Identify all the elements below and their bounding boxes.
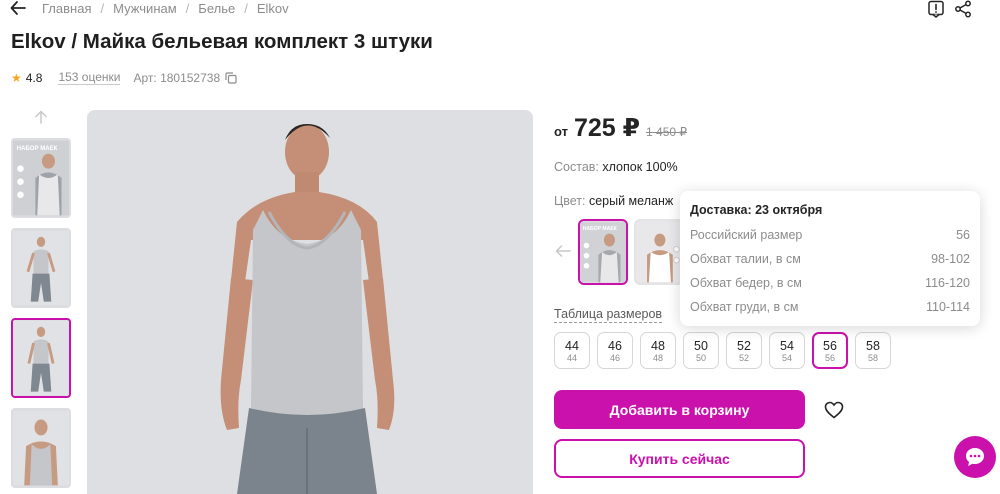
size-option-52[interactable]: 52 52 bbox=[726, 332, 762, 369]
main-product-image[interactable] bbox=[87, 110, 533, 494]
breadcrumb-item-underwear[interactable]: Белье bbox=[198, 1, 235, 16]
price-current: 725 ₽ bbox=[573, 114, 641, 142]
size-label: 44 bbox=[565, 339, 579, 353]
color-value: серый меланж bbox=[588, 194, 674, 208]
size-option-44[interactable]: 44 44 bbox=[554, 332, 590, 369]
star-icon: ★ bbox=[11, 70, 22, 85]
tooltip-row: Обхват груди, в см 110-114 bbox=[690, 300, 970, 324]
size-sublabel: 48 bbox=[652, 353, 663, 363]
thumbnail-pack[interactable]: НАБОР МАЕК bbox=[11, 138, 71, 218]
color-label: Цвет: bbox=[554, 194, 586, 208]
arrow-up-icon[interactable] bbox=[33, 110, 49, 124]
tooltip-row-label: Российский размер bbox=[690, 228, 803, 242]
breadcrumb-separator: / bbox=[185, 1, 190, 16]
size-sublabel: 54 bbox=[781, 353, 792, 363]
size-option-54[interactable]: 54 54 bbox=[769, 332, 805, 369]
size-sublabel: 52 bbox=[738, 353, 749, 363]
size-sublabel: 50 bbox=[695, 353, 706, 363]
size-sublabel: 58 bbox=[867, 353, 878, 363]
price-from-label: от bbox=[554, 124, 568, 139]
thumbnail-full-body[interactable] bbox=[11, 228, 71, 308]
heart-icon[interactable] bbox=[824, 401, 844, 419]
color-swatches: НАБОР МАЕК bbox=[578, 219, 684, 285]
tooltip-row-value: 56 bbox=[956, 228, 970, 242]
size-sublabel: 44 bbox=[566, 353, 577, 363]
breadcrumb-item-brand[interactable]: Elkov bbox=[257, 1, 289, 16]
size-label: 56 bbox=[823, 339, 837, 353]
breadcrumb-item-men[interactable]: Мужчинам bbox=[113, 1, 177, 16]
tooltip-row-label: Обхват талии, в см bbox=[690, 252, 801, 266]
breadcrumb-separator: / bbox=[244, 1, 248, 16]
size-tooltip: Доставка: 23 октября Российский размер 5… bbox=[680, 191, 980, 326]
breadcrumb: Главная / Мужчинам / Белье / Elkov bbox=[42, 1, 289, 16]
size-option-58[interactable]: 58 58 bbox=[855, 332, 891, 369]
size-selector: 44 44 46 46 48 48 50 50 52 52 54 54 56 5… bbox=[554, 332, 891, 369]
thumbnail-list: НАБОР МАЕК bbox=[11, 138, 73, 494]
report-icon[interactable] bbox=[927, 0, 945, 18]
composition-value: хлопок 100% bbox=[602, 160, 678, 174]
size-label: 58 bbox=[866, 339, 880, 353]
tooltip-row-label: Обхват бедер, в см bbox=[690, 276, 802, 290]
breadcrumb-item-home[interactable]: Главная bbox=[42, 1, 91, 16]
size-label: 46 bbox=[608, 339, 622, 353]
size-option-48[interactable]: 48 48 bbox=[640, 332, 676, 369]
price-old: 1 450 ₽ bbox=[646, 125, 688, 139]
tooltip-row: Российский размер 56 bbox=[690, 228, 970, 252]
tooltip-row-label: Обхват груди, в см bbox=[690, 300, 799, 314]
chat-button[interactable] bbox=[954, 436, 996, 478]
price-row: от 725 ₽ 1 450 ₽ bbox=[554, 113, 687, 143]
product-title: Elkov / Майка бельевая комплект 3 штуки bbox=[11, 30, 433, 53]
back-arrow-icon[interactable] bbox=[10, 0, 26, 16]
tooltip-row: Обхват талии, в см 98-102 bbox=[690, 252, 970, 276]
size-label: 54 bbox=[780, 339, 794, 353]
share-icon[interactable] bbox=[954, 0, 972, 18]
size-option-50[interactable]: 50 50 bbox=[683, 332, 719, 369]
tooltip-row-value: 110-114 bbox=[925, 300, 970, 314]
thumbnail-badge: НАБОР МАЕК bbox=[17, 146, 58, 152]
tooltip-row-value: 116-120 bbox=[925, 276, 970, 290]
article-number: Арт: 180152738 bbox=[133, 70, 221, 85]
size-sublabel: 46 bbox=[609, 353, 620, 363]
color-swatch-grey[interactable]: НАБОР МАЕК bbox=[578, 219, 628, 285]
size-label: 48 bbox=[651, 339, 665, 353]
size-table-link[interactable]: Таблица размеров bbox=[554, 307, 663, 323]
size-label: 50 bbox=[694, 339, 708, 353]
swatch-badge: НАБОР МАЕК bbox=[583, 226, 618, 232]
size-option-56[interactable]: 56 56 bbox=[812, 332, 848, 369]
arrow-left-icon[interactable] bbox=[555, 244, 571, 258]
size-option-46[interactable]: 46 46 bbox=[597, 332, 633, 369]
product-meta: ★ 4.8 153 оценки Арт: 180152738 bbox=[11, 70, 237, 85]
composition-label: Состав: bbox=[554, 160, 599, 174]
reviews-link[interactable]: 153 оценки bbox=[58, 70, 121, 85]
color-swatch-white[interactable] bbox=[634, 219, 684, 285]
size-label: 52 bbox=[737, 339, 751, 353]
thumbnail-closeup[interactable] bbox=[11, 408, 71, 488]
copy-icon[interactable] bbox=[225, 71, 237, 84]
add-to-cart-button[interactable]: Добавить в корзину bbox=[554, 390, 805, 429]
thumbnail-selected[interactable] bbox=[11, 318, 71, 398]
color-info: Цвет: серый меланж bbox=[554, 194, 673, 208]
tooltip-row-value: 98-102 bbox=[931, 252, 970, 266]
top-actions bbox=[927, 0, 972, 18]
delivery-date: Доставка: 23 октября bbox=[690, 203, 823, 217]
breadcrumb-separator: / bbox=[100, 1, 105, 16]
chat-icon bbox=[966, 448, 984, 466]
size-sublabel: 56 bbox=[824, 353, 835, 363]
rating-value: 4.8 bbox=[25, 70, 43, 85]
composition: Состав: хлопок 100% bbox=[554, 160, 678, 174]
tooltip-row: Обхват бедер, в см 116-120 bbox=[690, 276, 970, 300]
buy-now-button[interactable]: Купить сейчас bbox=[554, 439, 805, 478]
